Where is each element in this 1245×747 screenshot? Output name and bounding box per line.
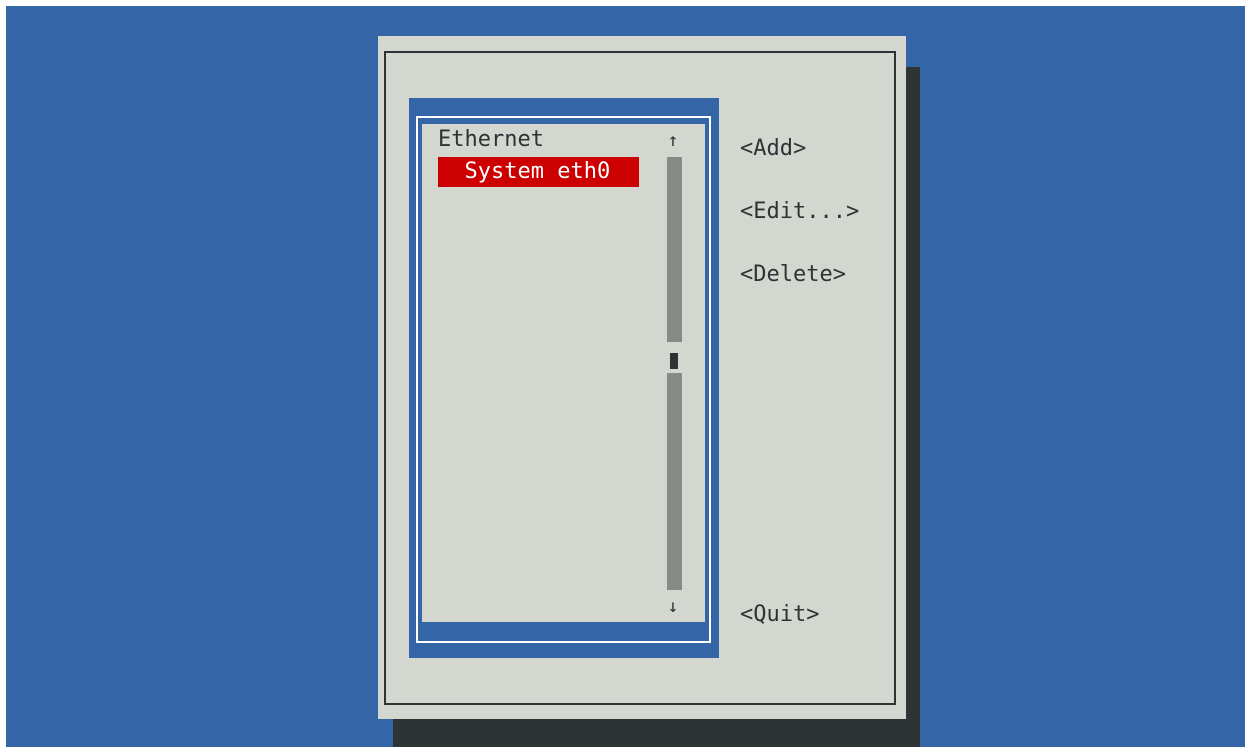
scrollbar-thumb[interactable] (670, 353, 678, 369)
scroll-down-arrow-icon[interactable]: ↓ (666, 596, 680, 617)
list-item-system-eth0[interactable]: System eth0 (438, 157, 639, 187)
edit-button[interactable]: <Edit...> (740, 197, 859, 227)
delete-button[interactable]: <Delete> (740, 260, 846, 290)
nmtui-dialog: Ethernet System eth0 ↑ ↓ <Add> <Edit...>… (378, 36, 906, 719)
connection-list[interactable]: Ethernet System eth0 ↑ ↓ (422, 124, 705, 622)
quit-button[interactable]: <Quit> (740, 600, 819, 630)
terminal-screen: Ethernet System eth0 ↑ ↓ <Add> <Edit...>… (6, 6, 1245, 747)
add-button[interactable]: <Add> (740, 134, 806, 164)
connection-list-frame: Ethernet System eth0 ↑ ↓ (409, 98, 719, 658)
scroll-up-arrow-icon[interactable]: ↑ (666, 130, 680, 151)
list-group-ethernet: Ethernet (438, 127, 544, 152)
scrollbar-track[interactable] (667, 157, 682, 590)
